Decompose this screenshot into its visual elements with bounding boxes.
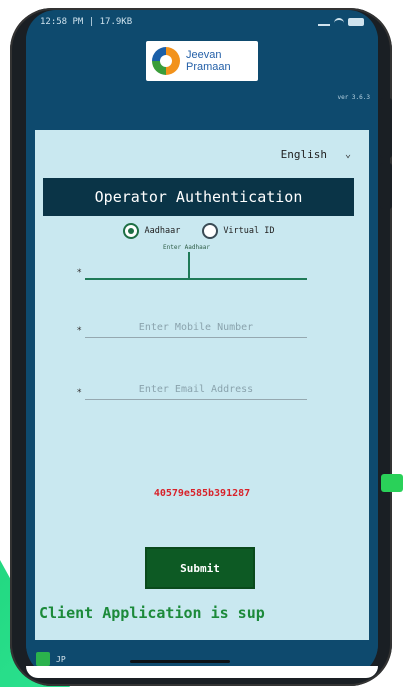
status-time: 12:58 <box>40 17 68 27</box>
phone-bottom-edge <box>26 666 378 678</box>
status-info: PM | 17.9KB <box>72 17 133 27</box>
wifi-icon <box>334 18 344 26</box>
jeevan-pramaan-logo-icon <box>152 47 180 75</box>
aadhaar-input[interactable] <box>85 252 307 280</box>
required-star: * <box>77 268 82 278</box>
volume-button <box>14 260 22 306</box>
home-indicator[interactable] <box>130 660 230 663</box>
status-bar: 12:58 PM | 17.9KB <box>26 10 378 34</box>
logo-text-line1: Jeevan <box>186 49 222 61</box>
power-button <box>380 98 392 158</box>
email-field[interactable]: * Enter Email Address <box>77 372 307 400</box>
battery-icon <box>348 18 364 26</box>
aadhaar-field-label: Enter Aadhaar <box>163 244 210 251</box>
chevron-down-icon: ⌄ <box>344 148 351 160</box>
bottom-bar-text: JP <box>56 654 66 664</box>
aadhaar-field[interactable]: Enter Aadhaar * <box>77 244 307 280</box>
radio-virtual-id[interactable]: Virtual ID <box>202 223 275 239</box>
radio-aadhaar[interactable]: Aadhaar <box>123 223 180 239</box>
signal-icon <box>318 18 330 26</box>
language-value: English <box>280 147 327 161</box>
required-star: * <box>77 388 82 398</box>
logo-text-line2: Pramaan <box>186 61 231 73</box>
version-label: ver 3.6.3 <box>26 88 378 106</box>
green-side-tab <box>381 474 403 492</box>
app-header: Jeevan Pramaan <box>26 34 378 88</box>
submit-button[interactable]: Submit <box>145 547 255 589</box>
marquee-text: Client Application is sup <box>39 604 265 622</box>
id-type-radio-group: Aadhaar Virtual ID <box>29 216 369 246</box>
radio-aadhaar-label: Aadhaar <box>144 226 181 236</box>
mobile-input[interactable]: Enter Mobile Number <box>85 310 307 338</box>
email-input[interactable]: Enter Email Address <box>85 372 307 400</box>
text-cursor <box>188 252 190 278</box>
auth-form: English ⌄ Operator Authentication Aadhaa… <box>35 130 369 640</box>
app-logo: Jeevan Pramaan <box>146 41 258 81</box>
device-id-text: 40579e585b391287 <box>153 488 251 499</box>
required-star: * <box>77 326 82 336</box>
mobile-field[interactable]: * Enter Mobile Number <box>77 310 307 338</box>
radio-aadhaar-indicator[interactable] <box>123 223 140 239</box>
app-screen: 12:58 PM | 17.9KB Jeevan Pramaan ver 3.6… <box>26 10 378 678</box>
radio-virtual-id-indicator[interactable] <box>202 223 219 239</box>
page-title: Operator Authentication <box>43 178 354 216</box>
app-notification-icon[interactable] <box>36 652 50 666</box>
language-selector[interactable]: English ⌄ <box>35 130 369 178</box>
version-text: ver 3.6.3 <box>337 93 370 101</box>
side-button <box>380 163 392 209</box>
radio-virtual-id-label: Virtual ID <box>223 226 275 236</box>
